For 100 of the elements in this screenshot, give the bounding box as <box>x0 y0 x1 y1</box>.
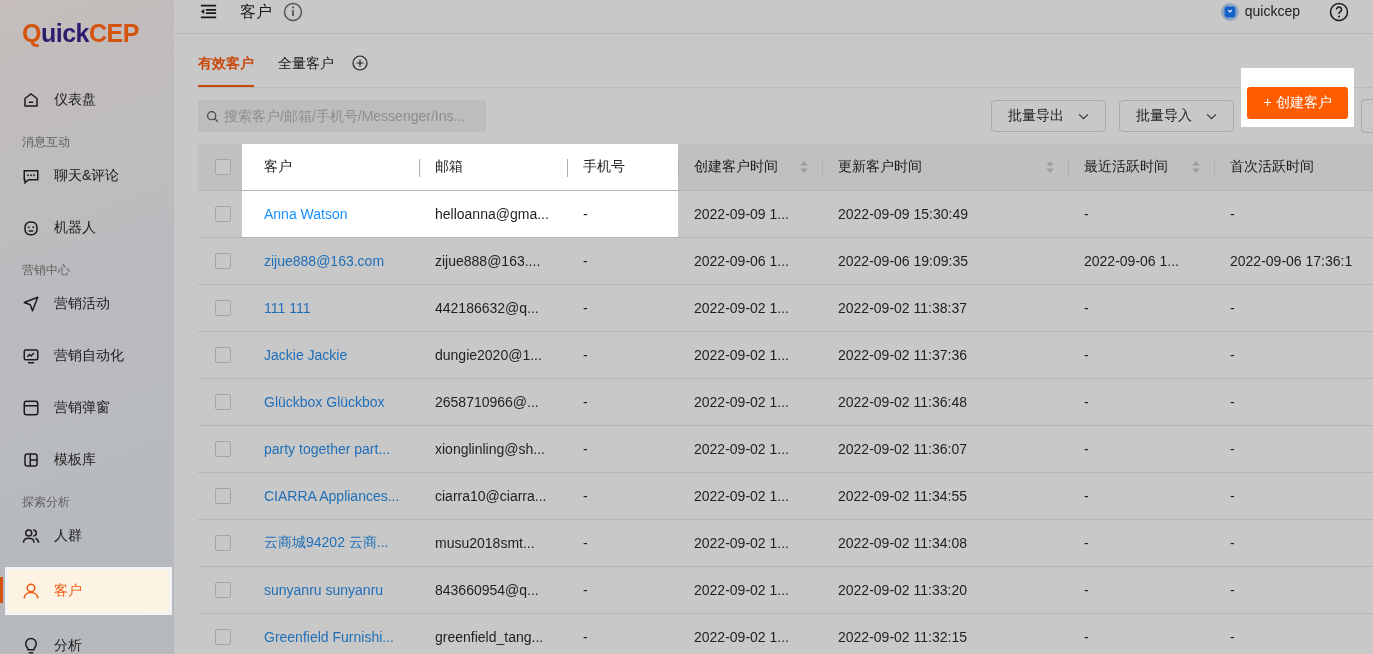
dropdown-button[interactable]: 批量导出 <box>991 100 1106 132</box>
user-icon <box>22 582 40 600</box>
table-cell: - <box>1084 488 1089 504</box>
table-cell: - <box>583 629 588 645</box>
checkbox[interactable] <box>215 347 231 363</box>
collapse-menu-icon[interactable] <box>200 4 217 19</box>
sidebar-item[interactable]: 分析 <box>0 625 174 654</box>
sidebar-item[interactable]: 机器人 <box>0 207 174 249</box>
table-cell: 2022-09-02 1... <box>694 300 789 316</box>
table-cell: musu2018smt... <box>435 535 535 551</box>
table-cell: - <box>1230 441 1235 457</box>
table-cell: 2022-09-02 1... <box>694 441 789 457</box>
table-cell: - <box>1084 582 1089 598</box>
checkbox[interactable] <box>215 441 231 457</box>
table-cell: 2022-09-06 1... <box>1084 253 1179 269</box>
table-cell: 2022-09-02 11:37:36 <box>838 347 967 363</box>
table-cell: - <box>583 582 588 598</box>
send-icon <box>22 295 40 313</box>
tab[interactable]: 全量客户 <box>278 38 334 87</box>
column-header: 更新客户时间 <box>822 144 1068 190</box>
table-cell: - <box>1230 488 1235 504</box>
checkbox[interactable] <box>215 629 231 645</box>
table-cell: greenfield_tang... <box>435 629 544 645</box>
column-header: 首次活跃时间 <box>1214 144 1371 190</box>
monitor-icon <box>22 347 40 365</box>
chevron-down-icon <box>1206 112 1217 120</box>
column-header: 最近活跃时间 <box>1068 144 1214 190</box>
sidebar-item[interactable]: 营销弹窗 <box>0 387 174 429</box>
checkbox[interactable] <box>215 394 231 410</box>
section-label: 营销中心 <box>21 262 71 279</box>
table-cell: 2022-09-02 11:32:15 <box>838 629 967 645</box>
help-icon[interactable] <box>1329 2 1349 22</box>
add-tab-icon[interactable] <box>352 54 368 71</box>
table-cell: 2022-09-02 1... <box>694 347 789 363</box>
sidebar-item[interactable]: 营销活动 <box>0 283 174 325</box>
user-name[interactable]: quickcep <box>1244 3 1300 19</box>
checkbox[interactable] <box>215 488 231 504</box>
table-cell: zijue888@163.... <box>435 253 541 269</box>
sort-icon[interactable] <box>1046 160 1054 174</box>
table-cell: 2022-09-09 15:30:49 <box>838 206 968 222</box>
table-cell: 2022-09-02 11:38:37 <box>838 300 967 316</box>
table-cell: dungie2020@1... <box>435 347 542 363</box>
table-cell: - <box>583 535 588 551</box>
info-icon[interactable] <box>283 2 303 22</box>
table-cell: 2022-09-02 11:34:08 <box>838 535 967 551</box>
sidebar-item[interactable]: 模板库 <box>0 439 174 481</box>
sidebar-item[interactable]: 人群 <box>0 515 174 557</box>
checkbox[interactable] <box>215 582 231 598</box>
avatar-icon[interactable] <box>1220 3 1239 21</box>
table-cell: xionglinling@sh... <box>435 441 545 457</box>
table-cell: 843660954@q... <box>435 582 539 598</box>
active-indicator <box>0 577 3 603</box>
table-cell: ciarra10@ciarra... <box>435 488 547 504</box>
chat-icon <box>22 167 40 185</box>
table-cell: 2022-09-09 1... <box>694 206 789 222</box>
sidebar-item[interactable]: 营销自动化 <box>0 335 174 377</box>
sidebar-item[interactable]: 聊天&评论 <box>0 155 174 197</box>
users-icon <box>22 527 40 545</box>
table-cell: 2022-09-06 19:09:35 <box>838 253 968 269</box>
table-cell: - <box>583 253 588 269</box>
checkbox[interactable] <box>215 253 231 269</box>
table-cell: 2022-09-02 11:36:48 <box>838 394 967 410</box>
checkbox[interactable] <box>215 535 231 551</box>
table-cell: - <box>583 300 588 316</box>
table-cell: - <box>583 347 588 363</box>
layout-icon <box>22 451 40 469</box>
sort-icon[interactable] <box>1192 160 1200 174</box>
table-cell: - <box>1230 300 1235 316</box>
table-cell: 2022-09-02 1... <box>694 488 789 504</box>
table-cell: 2022-09-02 1... <box>694 535 789 551</box>
table-cell: - <box>1230 394 1235 410</box>
table-cell: - <box>583 488 588 504</box>
checkbox[interactable] <box>215 159 231 175</box>
table-cell: - <box>1084 206 1089 222</box>
table-cell: 442186632@q... <box>435 300 539 316</box>
table-cell: - <box>1230 535 1235 551</box>
table-cell: 2022-09-02 11:34:55 <box>838 488 967 504</box>
checkbox[interactable] <box>215 300 231 316</box>
section-label: 消息互动 <box>21 134 71 151</box>
table-cell: - <box>1084 394 1089 410</box>
window-icon <box>22 399 40 417</box>
table-cell: - <box>583 206 588 222</box>
sort-icon[interactable] <box>800 160 808 174</box>
table-cell: 2022-09-06 1... <box>694 253 789 269</box>
table-cell: - <box>1084 347 1089 363</box>
table-cell: - <box>1084 535 1089 551</box>
table-cell: 2022-09-06 17:36:1 <box>1230 253 1353 269</box>
table-cell: - <box>1230 206 1235 222</box>
table-cell: 2022-09-02 11:33:20 <box>838 582 967 598</box>
table-cell: - <box>1084 441 1089 457</box>
section-label: 探索分析 <box>21 494 71 511</box>
table-cell: helloanna@gma... <box>435 206 549 222</box>
search-icon <box>206 109 219 123</box>
sidebar-item[interactable]: 仪表盘 <box>0 79 174 121</box>
table-cell: - <box>1084 300 1089 316</box>
column-header: 邮箱 <box>419 144 567 190</box>
table-cell: - <box>583 394 588 410</box>
checkbox[interactable] <box>215 206 231 222</box>
dropdown-button[interactable]: 批量导入 <box>1119 100 1234 132</box>
table-cell: - <box>1230 629 1235 645</box>
